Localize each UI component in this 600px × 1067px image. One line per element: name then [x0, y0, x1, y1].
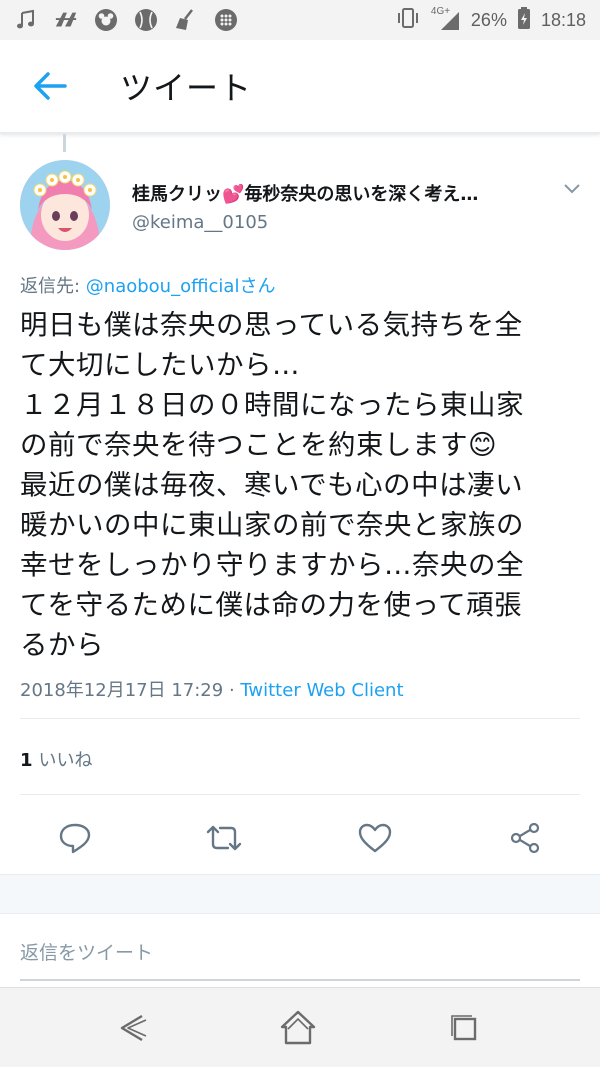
like-button[interactable]	[355, 818, 395, 858]
avatar[interactable]	[20, 160, 110, 250]
meta-separator: ·	[223, 680, 241, 701]
reply-input[interactable]: 返信をツイート	[20, 938, 580, 981]
reply-icon	[59, 823, 91, 854]
app-header: ツイート	[0, 40, 600, 134]
tweet-text-line: てを守るために僕は命の力を使って頑張	[20, 589, 523, 621]
anime-avatar-image	[20, 160, 110, 250]
thread-connector-line	[63, 134, 66, 152]
divider	[20, 718, 580, 719]
retweet-icon	[206, 825, 242, 851]
music-note-icon	[14, 8, 38, 32]
vibrate-icon	[395, 6, 421, 35]
nav-home-button[interactable]	[278, 1008, 318, 1048]
battery-percent: 26%	[470, 9, 507, 30]
mickey-icon	[94, 8, 118, 32]
user-display-name[interactable]: 桂馬クリッ💕毎秒奈央の思いを深く考え…	[132, 180, 478, 206]
tweet-text-line: 幸せをしっかり守りますから…奈央の全	[20, 549, 524, 581]
clock: 18:18	[540, 9, 586, 30]
share-button[interactable]	[505, 818, 545, 858]
tweet-timestamp: 2018年12月17日 17:29	[20, 680, 224, 701]
tweet-text-line: るから	[20, 629, 104, 661]
tweet-text-line: 明日も僕は奈央の思っている気持ちを全	[20, 309, 523, 341]
nav-back-button[interactable]	[112, 1008, 152, 1048]
baseball-icon	[134, 8, 158, 32]
reply-mention-link[interactable]: @naobou_officialさん	[86, 276, 276, 297]
system-nav-bar	[0, 987, 600, 1067]
retweet-button[interactable]	[204, 818, 244, 858]
tweet-text-line: て大切にしたいから…	[20, 349, 300, 381]
divider	[20, 794, 580, 795]
battery-icon	[517, 6, 531, 35]
tweet-text-line: １２月１８日の０時間になったら東山家	[20, 389, 524, 421]
reply-button[interactable]	[55, 818, 95, 858]
client-link[interactable]: Twitter Web Client	[240, 680, 403, 701]
like-label: いいね	[38, 750, 93, 771]
status-bar: 4G+ 26% 18:18	[0, 0, 600, 40]
likes-count-row[interactable]: 1 いいね	[20, 746, 93, 772]
home-icon	[280, 1010, 316, 1045]
tweet-menu-button[interactable]	[560, 176, 584, 200]
chevron-down-icon	[564, 184, 580, 194]
reply-to-line: 返信先: @naobou_officialさん	[20, 272, 275, 298]
tweet-meta: 2018年12月17日 17:29 · Twitter Web Client	[20, 676, 404, 702]
broom-icon	[174, 8, 198, 32]
tweet-text: 明日も僕は奈央の思っている気持ちを全 て大切にしたいから… １２月１８日の０時間…	[20, 305, 590, 665]
recents-icon	[451, 1015, 477, 1041]
section-separator	[0, 874, 600, 914]
like-count: 1	[20, 750, 33, 771]
status-icons-left	[14, 8, 238, 32]
signal-icon: 4G+	[431, 6, 461, 32]
app-logo-icon	[54, 8, 78, 32]
dots-icon	[214, 8, 238, 32]
tweet-text-line: の前で奈央を待つことを約束します😊	[20, 429, 498, 461]
nav-recents-button[interactable]	[444, 1008, 484, 1048]
status-icons-right: 4G+ 26% 18:18	[395, 6, 586, 35]
reply-to-label: 返信先:	[20, 276, 86, 297]
heart-icon	[358, 823, 392, 853]
back-triangle-icon	[120, 1014, 147, 1042]
user-handle[interactable]: @keima__0105	[132, 212, 268, 233]
tweet-text-line: 最近の僕は毎夜、寒いでも心の中は凄い	[20, 469, 524, 501]
back-arrow-icon	[34, 72, 67, 100]
tweet-text-line: 暖かいの中に東山家の前で奈央と家族の	[20, 509, 524, 541]
page-title: ツイート	[120, 69, 253, 107]
back-button[interactable]	[20, 56, 80, 116]
tweet-actions	[0, 808, 600, 864]
share-icon	[510, 822, 540, 854]
